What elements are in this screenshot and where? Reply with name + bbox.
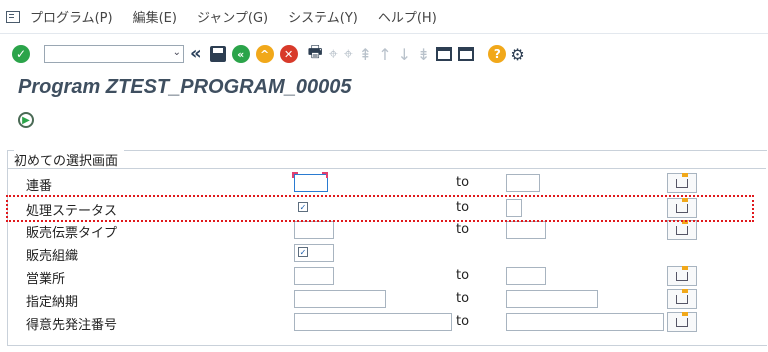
multiple-selection-icon bbox=[676, 311, 688, 327]
collapse-left-icon[interactable]: « bbox=[190, 45, 202, 63]
field-label: 営業所 bbox=[26, 272, 66, 287]
new-session-icon[interactable] bbox=[436, 47, 453, 61]
field-label: 販売組織 bbox=[26, 249, 79, 264]
field-label: 販売伝票タイプ bbox=[26, 226, 118, 241]
customer-po-low-input[interactable] bbox=[294, 313, 452, 331]
multiple-selection-button[interactable] bbox=[667, 288, 697, 309]
menu-item-program[interactable]: プログラム(P) bbox=[30, 7, 113, 26]
settings-gear-icon[interactable]: ⚙ bbox=[510, 45, 524, 64]
execute-icon[interactable]: ▶ bbox=[18, 112, 34, 128]
selection-row-delivery-date: 指定納期 to bbox=[8, 288, 766, 310]
focus-corner bbox=[322, 172, 328, 178]
multiple-selection-button[interactable] bbox=[667, 311, 697, 332]
multiple-selection-button[interactable] bbox=[667, 265, 697, 286]
help-icon[interactable]: ? bbox=[488, 45, 507, 63]
menu-icon[interactable] bbox=[6, 10, 20, 23]
to-label: to bbox=[456, 222, 470, 237]
sales-org-checkbox[interactable]: ✓ bbox=[298, 247, 308, 257]
frame-title-divider bbox=[8, 168, 766, 169]
to-label: to bbox=[456, 268, 470, 283]
customer-po-high-input[interactable] bbox=[506, 313, 664, 331]
to-label: to bbox=[456, 291, 470, 306]
multiple-selection-button[interactable] bbox=[667, 219, 697, 240]
delivery-date-low-input[interactable] bbox=[294, 290, 386, 308]
serial-high-input[interactable] bbox=[506, 174, 540, 192]
menu-item-edit[interactable]: 編集(E) bbox=[133, 7, 177, 26]
selection-row-serial: 連番 to bbox=[8, 172, 766, 194]
selection-row-sales-org: 販売組織 ✓ bbox=[8, 242, 766, 264]
cancel-icon[interactable]: ✕ bbox=[279, 45, 298, 63]
shortcut-icon[interactable] bbox=[458, 47, 475, 61]
previous-page-icon[interactable]: ↑ bbox=[378, 45, 391, 64]
to-label: to bbox=[456, 314, 470, 329]
menu-bar: プログラム(P) 編集(E) ジャンプ(G) システム(Y) ヘルプ(H) bbox=[0, 0, 768, 34]
selection-frame-title: 初めての選択画面 bbox=[14, 150, 125, 169]
sales-office-high-input[interactable] bbox=[506, 267, 546, 285]
back-icon[interactable]: « bbox=[231, 45, 250, 63]
save-icon[interactable] bbox=[209, 46, 226, 62]
command-field[interactable]: ⌄ bbox=[44, 45, 184, 63]
selection-row-customer-po: 得意先発注番号 to bbox=[8, 311, 766, 333]
multiple-selection-icon bbox=[676, 219, 688, 235]
print-icon[interactable]: 🖶 bbox=[308, 41, 323, 68]
find-icon[interactable]: ⌖ bbox=[329, 44, 338, 64]
highlight-annotation-box bbox=[6, 195, 754, 222]
multiple-selection-icon bbox=[676, 172, 688, 188]
multiple-selection-icon bbox=[676, 265, 688, 281]
exit-icon[interactable]: ^ bbox=[255, 45, 274, 63]
menu-item-help[interactable]: ヘルプ(H) bbox=[378, 7, 437, 26]
first-page-icon[interactable]: ⇞ bbox=[359, 45, 372, 64]
focus-corner bbox=[292, 172, 298, 178]
sales-office-low-input[interactable] bbox=[294, 267, 334, 285]
delivery-date-high-input[interactable] bbox=[506, 290, 598, 308]
menu-item-system[interactable]: システム(Y) bbox=[288, 7, 358, 26]
standard-toolbar: ✓ ⌄ « « ^ ✕ 🖶 ⌖ ⌖ ⇞ ↑ ↓ ⇟ ? ⚙ bbox=[0, 34, 768, 74]
enter-check-icon[interactable]: ✓ bbox=[12, 45, 30, 63]
menu-item-goto[interactable]: ジャンプ(G) bbox=[197, 7, 268, 26]
page-title: Program ZTEST_PROGRAM_00005 bbox=[18, 76, 352, 98]
sales-doc-type-high-input[interactable] bbox=[506, 221, 546, 239]
selection-row-sales-doc-type: 販売伝票タイプ to bbox=[8, 219, 766, 241]
last-page-icon[interactable]: ⇟ bbox=[417, 45, 430, 64]
to-label: to bbox=[456, 175, 470, 190]
selection-row-sales-office: 営業所 to bbox=[8, 265, 766, 287]
multiple-selection-icon bbox=[676, 288, 688, 304]
multiple-selection-button[interactable] bbox=[667, 172, 697, 193]
next-page-icon[interactable]: ↓ bbox=[398, 45, 411, 64]
find-next-icon[interactable]: ⌖ bbox=[344, 44, 353, 64]
field-label: 得意先発注番号 bbox=[26, 318, 118, 333]
sales-doc-type-low-input[interactable] bbox=[294, 221, 334, 239]
chevron-down-icon[interactable]: ⌄ bbox=[173, 47, 181, 58]
field-label: 指定納期 bbox=[26, 295, 79, 310]
field-label: 連番 bbox=[26, 179, 53, 194]
